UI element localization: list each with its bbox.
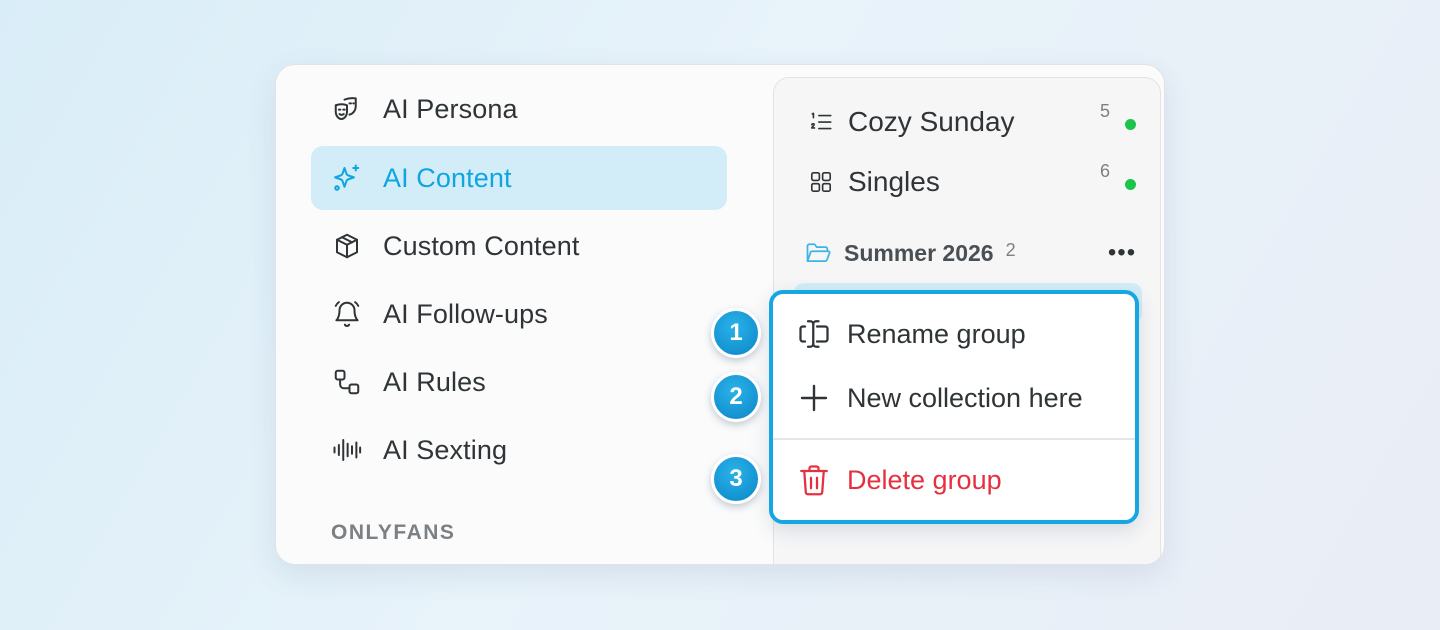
menu-item-label: Rename group — [847, 318, 1026, 349]
theater-masks-icon — [331, 93, 363, 125]
group-context-menu: Rename group New collection here Delete … — [769, 290, 1139, 524]
group-item-summer-2026[interactable]: Summer 2026 2 ••• — [774, 228, 1160, 278]
folder-open-icon — [804, 239, 832, 267]
step-badge-2: 2 — [711, 372, 761, 422]
nav-item-label: AI Follow-ups — [383, 298, 548, 329]
collection-item-cozy-sunday[interactable]: Cozy Sunday 5 — [774, 97, 1160, 147]
nav-item-label: Custom Content — [383, 230, 580, 261]
nav-item-label: AI Rules — [383, 366, 486, 397]
numbered-list-icon — [808, 109, 834, 135]
menu-item-label: New collection here — [847, 382, 1083, 413]
nav-item-ai-content[interactable]: AI Content — [311, 146, 727, 210]
step-badge-3: 3 — [711, 454, 761, 504]
trash-icon — [795, 461, 833, 499]
nav-item-custom-content[interactable]: Custom Content — [311, 214, 727, 278]
group-label: Summer 2026 — [844, 239, 994, 266]
more-options-button[interactable]: ••• — [1106, 238, 1138, 268]
workflow-icon — [331, 366, 363, 398]
nav-item-label: AI Content — [383, 162, 512, 193]
plus-icon — [795, 379, 833, 417]
box-icon — [331, 230, 363, 262]
nav-item-ai-follow-ups[interactable]: AI Follow-ups — [311, 282, 727, 346]
nav-item-ai-persona[interactable]: AI Persona — [311, 77, 727, 141]
menu-item-rename-group[interactable]: Rename group — [773, 304, 1135, 364]
collection-item-singles[interactable]: Singles 6 — [774, 157, 1160, 207]
nav-item-ai-rules[interactable]: AI Rules — [311, 350, 727, 414]
menu-item-new-collection-here[interactable]: New collection here — [773, 368, 1135, 428]
bell-icon — [331, 298, 363, 330]
collection-count: 5 — [1099, 101, 1110, 121]
section-heading-onlyfans: ONLYFANS — [331, 521, 456, 544]
step-badge-1: 1 — [711, 308, 761, 358]
status-dot — [1125, 119, 1136, 130]
nav-item-label: AI Persona — [383, 93, 518, 124]
collection-count: 6 — [1099, 161, 1110, 181]
nav-item-ai-sexting[interactable]: AI Sexting — [311, 418, 727, 482]
status-dot — [1125, 179, 1136, 190]
audio-waveform-icon — [331, 434, 363, 466]
sparkles-icon — [331, 162, 363, 194]
collection-label: Cozy Sunday — [848, 106, 1015, 137]
grid-icon — [808, 169, 834, 195]
text-cursor-input-icon — [795, 315, 833, 353]
menu-item-label: Delete group — [847, 464, 1002, 495]
group-count: 2 — [1005, 239, 1016, 260]
collection-label: Singles — [848, 166, 940, 197]
menu-divider — [773, 438, 1135, 440]
menu-item-delete-group[interactable]: Delete group — [773, 450, 1135, 510]
nav-item-label: AI Sexting — [383, 434, 508, 465]
